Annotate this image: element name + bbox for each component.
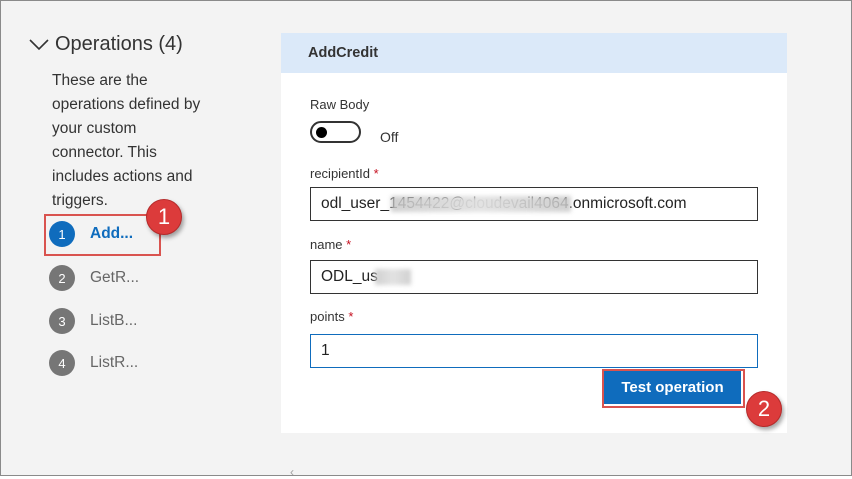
recipientid-label-text: recipientId <box>310 166 370 181</box>
required-marker: * <box>373 166 379 181</box>
raw-body-label: Raw Body <box>310 97 370 112</box>
operation-item-listr[interactable]: 4 ListR... <box>49 350 138 376</box>
points-label-text: points <box>310 309 345 324</box>
raw-body-state: Off <box>380 129 399 145</box>
operation-number-badge: 4 <box>49 350 75 376</box>
operations-title: Operations (4) <box>55 33 183 55</box>
operation-label: Add... <box>90 225 134 242</box>
points-input[interactable] <box>310 334 758 368</box>
screenshot-frame: Operations (4) These are the operations … <box>0 0 852 479</box>
name-label-text: name <box>310 237 343 252</box>
operation-number-badge: 3 <box>49 308 75 334</box>
cut-off-chevron-icon: ‹ <box>290 465 294 479</box>
operation-panel: AddCredit Raw Body Off recipientId * nam… <box>281 33 787 433</box>
callout-badge-2: 2 <box>746 391 782 427</box>
recipientid-label: recipientId * <box>310 166 379 181</box>
operation-item-add[interactable]: 1 Add... <box>49 221 133 247</box>
operation-label: ListR... <box>90 354 139 371</box>
operation-label: ListB... <box>90 312 138 329</box>
callout-badge-1: 1 <box>146 199 182 235</box>
name-label: name * <box>310 237 351 252</box>
required-marker: * <box>346 237 352 252</box>
operation-item-listb[interactable]: 3 ListB... <box>49 308 137 334</box>
test-operation-button[interactable]: Test operation <box>604 371 741 404</box>
points-label: points * <box>310 309 353 324</box>
recipientid-input[interactable] <box>310 187 758 221</box>
operation-item-getr[interactable]: 2 GetR... <box>49 265 139 291</box>
raw-body-toggle[interactable] <box>310 121 361 143</box>
operation-label: GetR... <box>90 269 140 286</box>
chevron-down-icon <box>29 38 49 51</box>
operations-section-toggle[interactable]: Operations (4) <box>29 33 183 56</box>
operation-number-badge: 2 <box>49 265 75 291</box>
operation-number-badge: 1 <box>49 221 75 247</box>
operations-description: These are the operations defined by your… <box>52 72 201 209</box>
toggle-knob <box>316 127 327 138</box>
required-marker: * <box>348 309 354 324</box>
name-input[interactable] <box>310 260 758 294</box>
operation-title: AddCredit <box>281 33 787 73</box>
